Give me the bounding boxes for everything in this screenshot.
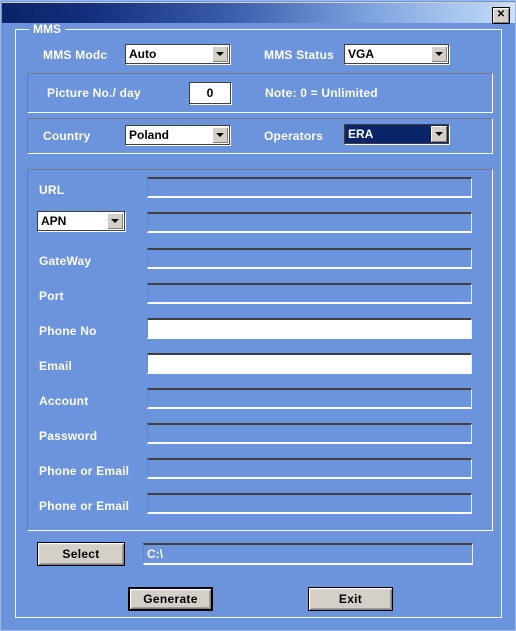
mms-mode-value: Auto <box>129 47 157 61</box>
phone-or-email-2-input[interactable] <box>147 493 472 514</box>
close-icon[interactable]: ✕ <box>492 7 510 24</box>
phone-no-label: Phone No <box>39 324 97 338</box>
picture-number-input[interactable]: 0 <box>189 82 231 104</box>
chevron-down-icon[interactable] <box>107 213 123 229</box>
window-titlebar <box>2 2 515 23</box>
apn-input[interactable] <box>147 212 472 233</box>
phone-no-input[interactable] <box>147 318 472 339</box>
port-label: Port <box>39 289 64 303</box>
country-value: Poland <box>129 128 170 142</box>
password-label: Password <box>39 429 98 443</box>
operators-combo[interactable]: ERA <box>344 124 449 144</box>
mms-mode-label: MMS Modc <box>43 48 108 62</box>
mms-settings-window: ✕ MMS MMS Modc Auto MMS Status VGA Pictu… <box>0 0 516 631</box>
operators-label: Operators <box>264 129 324 143</box>
port-input[interactable] <box>147 283 472 304</box>
chevron-down-icon[interactable] <box>212 127 228 143</box>
gateway-input[interactable] <box>147 248 472 269</box>
phone-or-email-2-label: Phone or Email <box>39 499 130 513</box>
account-label: Account <box>39 394 89 408</box>
path-input[interactable]: C:\ <box>143 543 473 565</box>
chevron-down-icon[interactable] <box>431 126 447 142</box>
select-button[interactable]: Select <box>37 542 125 566</box>
chevron-down-icon[interactable] <box>431 46 447 62</box>
mms-groupbox-title: MMS <box>29 23 65 36</box>
email-label: Email <box>39 359 73 373</box>
mms-mode-combo[interactable]: Auto <box>125 44 230 64</box>
account-input[interactable] <box>147 388 472 409</box>
picture-number-label: Picture No./ day <box>47 86 141 100</box>
phone-or-email-1-input[interactable] <box>147 458 472 479</box>
country-label: Country <box>43 129 91 143</box>
email-input[interactable] <box>147 353 472 374</box>
mms-status-combo[interactable]: VGA <box>344 44 449 64</box>
mms-status-value: VGA <box>348 47 375 61</box>
url-input[interactable] <box>147 177 472 198</box>
password-input[interactable] <box>147 423 472 444</box>
exit-button[interactable]: Exit <box>308 587 393 611</box>
apn-value: APN <box>41 214 67 228</box>
picture-number-note: Note: 0 = Unlimited <box>265 86 378 100</box>
chevron-down-icon[interactable] <box>212 46 228 62</box>
mms-status-label: MMS Status <box>264 48 335 62</box>
phone-or-email-1-label: Phone or Email <box>39 464 130 478</box>
apn-combo[interactable]: APN <box>37 211 125 231</box>
gateway-label: GateWay <box>39 254 92 268</box>
url-label: URL <box>39 183 65 197</box>
generate-button[interactable]: Generate <box>128 587 213 611</box>
operators-value: ERA <box>348 127 374 141</box>
country-combo[interactable]: Poland <box>125 125 230 145</box>
